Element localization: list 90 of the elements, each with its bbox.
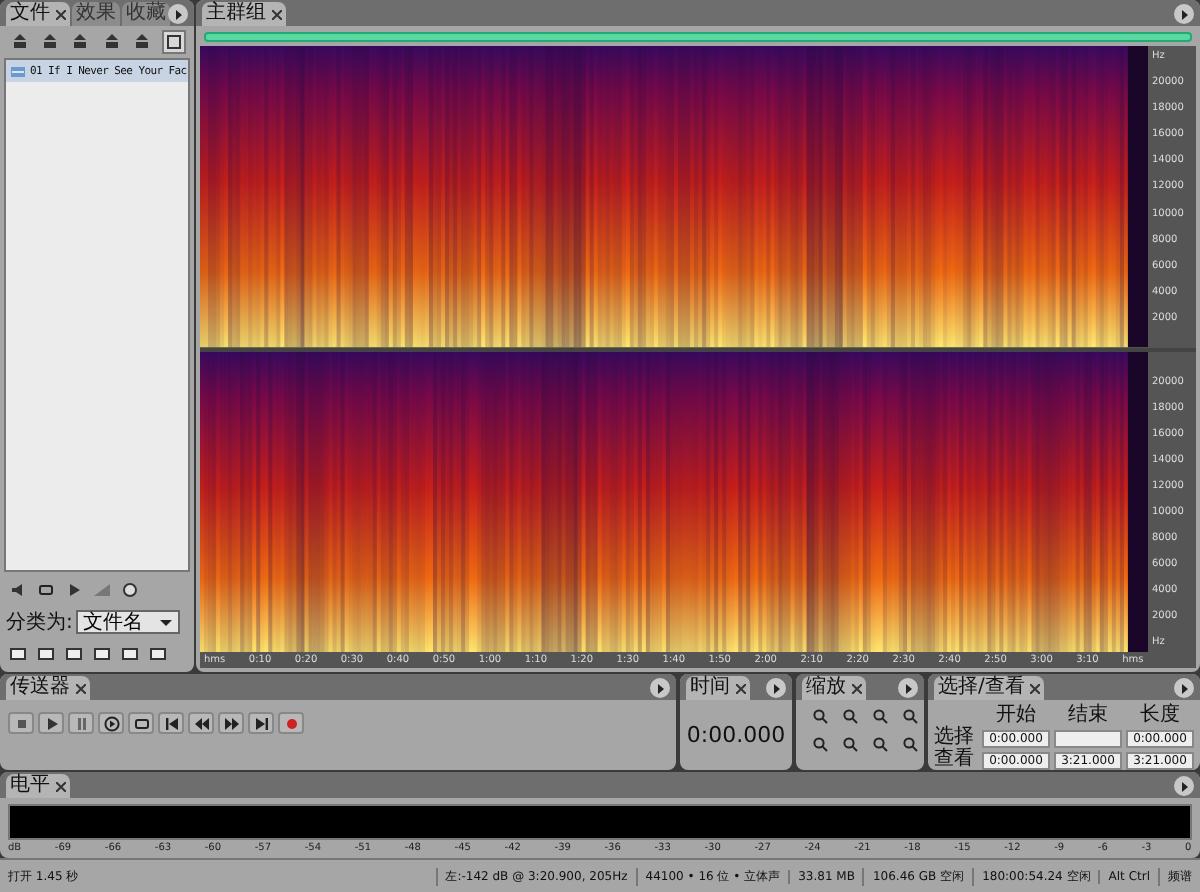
close-icon[interactable] (56, 781, 66, 791)
panel-menu-button[interactable] (650, 678, 670, 698)
zoom-button[interactable] (898, 704, 922, 728)
knob-icon (122, 582, 138, 598)
zoom-in-icon (872, 708, 888, 724)
eject-icon (72, 34, 89, 50)
volume-knob[interactable] (118, 578, 142, 602)
view-button[interactable] (6, 642, 30, 666)
close-icon[interactable] (1030, 683, 1041, 693)
time-field[interactable] (1054, 729, 1122, 747)
zoom-button[interactable] (898, 732, 922, 756)
triangle-icon (1179, 9, 1189, 19)
panel-menu-button[interactable] (1174, 678, 1194, 698)
column-header: 结束 (1066, 706, 1110, 726)
zoom-in-icon (812, 708, 828, 724)
zoom-button[interactable] (838, 732, 862, 756)
column-header: 长度 (1138, 706, 1182, 726)
view-icon (165, 34, 182, 50)
zoom-button[interactable] (838, 704, 862, 728)
panel-menu-button[interactable] (766, 678, 786, 698)
close-icon[interactable] (736, 683, 746, 693)
row-label: 查看 (934, 750, 976, 770)
zoom-button[interactable] (868, 704, 892, 728)
panel-tab[interactable]: 传送器 (6, 676, 90, 700)
toolbar-button[interactable] (8, 30, 31, 54)
circled-play-icon (103, 715, 119, 731)
rewind-icon (193, 715, 209, 731)
loop-button[interactable] (128, 712, 154, 734)
caret-icon (158, 614, 175, 630)
stop-button[interactable] (8, 712, 34, 734)
volume-ramp-icon (94, 582, 110, 598)
triangle-icon (655, 683, 665, 693)
skip-forward-icon (253, 715, 269, 731)
view-button[interactable] (146, 642, 170, 666)
panel-menu-button[interactable] (898, 678, 918, 698)
close-icon[interactable] (272, 9, 282, 19)
triangle-icon (173, 9, 183, 19)
stop-icon (13, 715, 29, 731)
panel-tab[interactable]: 电平 (6, 774, 70, 798)
fast-forward-button[interactable] (218, 712, 244, 734)
play-icon (43, 715, 59, 731)
panel-tab[interactable]: 主群组 (202, 2, 286, 26)
sort-label: 分类为: (6, 609, 73, 636)
loop-icon (133, 715, 149, 731)
zoom-button[interactable] (808, 732, 832, 756)
skip-back-button[interactable] (158, 712, 184, 734)
row-label: 选择 (934, 728, 976, 748)
column-header: 开始 (994, 706, 1038, 726)
panel-tab[interactable]: 文件 (6, 2, 70, 26)
skip-back-icon (163, 715, 179, 731)
close-icon[interactable] (76, 683, 86, 693)
time-display: 0:00.000 (686, 722, 786, 748)
toolbar-button[interactable] (161, 30, 187, 54)
play-icon (66, 582, 82, 598)
close-icon[interactable] (56, 9, 66, 19)
view-button[interactable] (90, 642, 114, 666)
panel-menu-button[interactable] (168, 4, 188, 24)
panel-tab[interactable]: 效果 (72, 2, 120, 26)
panel-menu-button[interactable] (1174, 4, 1194, 24)
pause-icon (73, 715, 89, 731)
panel-menu-button[interactable] (1174, 776, 1194, 796)
triangle-icon (903, 683, 913, 693)
rewind-button[interactable] (188, 712, 214, 734)
toolbar-button[interactable] (69, 30, 92, 54)
zoom-button[interactable] (808, 704, 832, 728)
sort-dropdown[interactable]: 文件名 (76, 610, 181, 634)
close-icon[interactable] (852, 683, 862, 693)
zoom-in-icon (812, 736, 828, 752)
record-icon (283, 715, 299, 731)
view-button[interactable] (62, 642, 86, 666)
zoom-in-icon (872, 736, 888, 752)
fast-forward-icon (223, 715, 239, 731)
zoom-button[interactable] (868, 732, 892, 756)
view-button[interactable] (34, 642, 58, 666)
waveform-file-icon (10, 63, 26, 79)
toolbar-button[interactable] (38, 30, 62, 54)
toolbar-button[interactable] (130, 30, 154, 54)
play-button[interactable] (98, 712, 124, 734)
play-button[interactable] (38, 712, 64, 734)
triangle-icon (1179, 683, 1189, 693)
view-button[interactable] (118, 642, 142, 666)
panel-tab[interactable]: 缩放 (802, 676, 866, 700)
triangle-icon (1179, 781, 1189, 791)
skip-forward-button[interactable] (248, 712, 274, 734)
triangle-icon (771, 683, 781, 693)
speaker-icon (10, 582, 26, 598)
panel-tab[interactable]: 时间 (686, 676, 750, 700)
panel-tab[interactable]: 选择/查看 (934, 676, 1045, 700)
loop-icon (38, 582, 54, 598)
panel-tab[interactable]: 收藏 (122, 2, 170, 26)
